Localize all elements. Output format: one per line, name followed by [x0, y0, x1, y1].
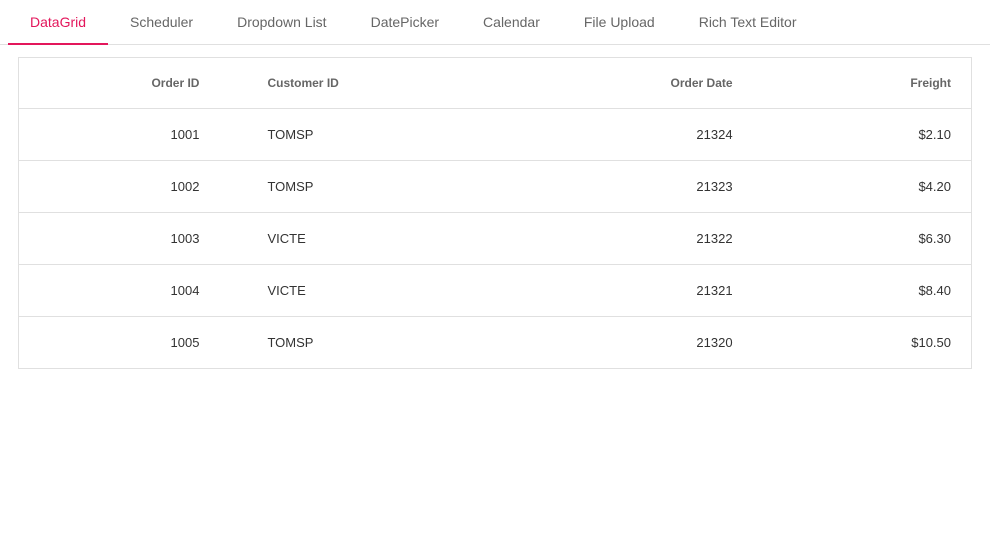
tab-rich-text-editor[interactable]: Rich Text Editor [677, 0, 819, 45]
column-header-order-date[interactable]: Order Date [514, 58, 781, 109]
table-row[interactable]: 1004 VICTE 21321 $8.40 [19, 265, 971, 317]
cell-order-date: 21324 [514, 109, 781, 161]
cell-customer-id: TOMSP [247, 317, 514, 369]
cell-order-date: 21323 [514, 161, 781, 213]
tab-content: Order ID Customer ID Order Date Freight … [0, 45, 990, 381]
tab-dropdown-list[interactable]: Dropdown List [215, 0, 349, 45]
cell-freight: $10.50 [781, 317, 971, 369]
cell-order-date: 21322 [514, 213, 781, 265]
tab-scheduler[interactable]: Scheduler [108, 0, 215, 45]
cell-order-id: 1004 [19, 265, 247, 317]
column-header-freight[interactable]: Freight [781, 58, 971, 109]
header-row: Order ID Customer ID Order Date Freight [19, 58, 971, 109]
cell-customer-id: VICTE [247, 265, 514, 317]
cell-customer-id: TOMSP [247, 109, 514, 161]
cell-customer-id: VICTE [247, 213, 514, 265]
cell-customer-id: TOMSP [247, 161, 514, 213]
cell-freight: $2.10 [781, 109, 971, 161]
tab-calendar[interactable]: Calendar [461, 0, 562, 45]
column-header-customer-id[interactable]: Customer ID [247, 58, 514, 109]
tab-datepicker[interactable]: DatePicker [349, 0, 461, 45]
cell-order-id: 1002 [19, 161, 247, 213]
cell-order-date: 21321 [514, 265, 781, 317]
tab-bar: DataGrid Scheduler Dropdown List DatePic… [0, 0, 990, 45]
cell-freight: $6.30 [781, 213, 971, 265]
cell-order-id: 1001 [19, 109, 247, 161]
column-header-order-id[interactable]: Order ID [19, 58, 247, 109]
table-row[interactable]: 1001 TOMSP 21324 $2.10 [19, 109, 971, 161]
table-row[interactable]: 1003 VICTE 21322 $6.30 [19, 213, 971, 265]
data-grid: Order ID Customer ID Order Date Freight … [18, 57, 972, 369]
table-row[interactable]: 1005 TOMSP 21320 $10.50 [19, 317, 971, 369]
tab-file-upload[interactable]: File Upload [562, 0, 677, 45]
tab-datagrid[interactable]: DataGrid [8, 0, 108, 45]
cell-order-id: 1003 [19, 213, 247, 265]
cell-order-date: 21320 [514, 317, 781, 369]
cell-freight: $8.40 [781, 265, 971, 317]
cell-order-id: 1005 [19, 317, 247, 369]
table-row[interactable]: 1002 TOMSP 21323 $4.20 [19, 161, 971, 213]
cell-freight: $4.20 [781, 161, 971, 213]
